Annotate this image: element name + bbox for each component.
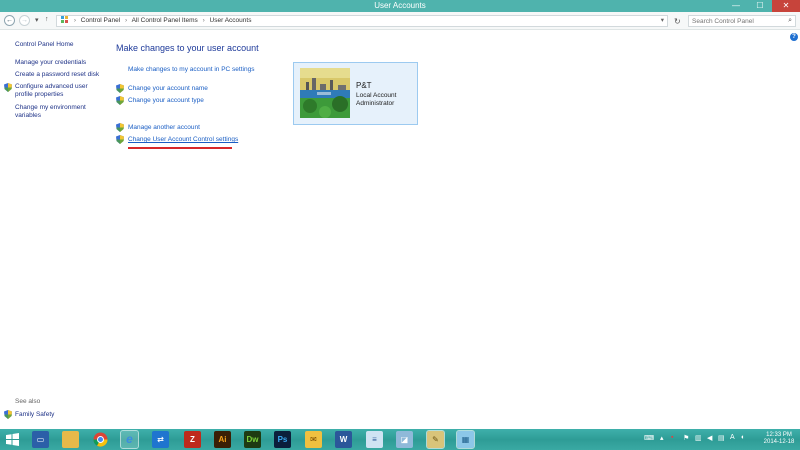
- manage-another-account-link[interactable]: Manage another account: [128, 124, 200, 132]
- see-also-heading: See also: [15, 398, 41, 405]
- tray-arrow-icon[interactable]: ▴: [660, 434, 664, 442]
- start-icon[interactable]: [4, 431, 21, 448]
- breadcrumb-all-items[interactable]: All Control Panel Items: [132, 17, 198, 24]
- change-environment-variables-link[interactable]: Change my environment variables: [15, 104, 86, 120]
- left-pane: Control Panel Home Manage your credentia…: [0, 31, 110, 429]
- control-panel-home-link[interactable]: Control Panel Home: [15, 41, 74, 49]
- configure-advanced-profile-link[interactable]: Configure advanced user profile properti…: [15, 83, 88, 99]
- create-password-reset-disk-link[interactable]: Create a password reset disk: [15, 71, 99, 79]
- title-bar: User Accounts — ☐ ✕: [0, 0, 800, 12]
- account-name: P&T: [356, 81, 372, 90]
- shield-icon: [116, 96, 124, 105]
- forward-button[interactable]: →: [19, 15, 30, 26]
- page-title: Make changes to your user account: [116, 43, 259, 53]
- input-language-icon[interactable]: A: [730, 434, 735, 441]
- window-title: User Accounts: [374, 1, 426, 10]
- breadcrumb-control-panel[interactable]: Control Panel: [81, 17, 120, 24]
- control-panel-icon[interactable]: ▦: [456, 430, 475, 449]
- this-pc-icon[interactable]: ▭: [32, 431, 49, 448]
- file-explorer-icon[interactable]: [62, 431, 79, 448]
- manage-credentials-link[interactable]: Manage your credentials: [15, 59, 86, 67]
- app-icon[interactable]: ◪: [396, 431, 413, 448]
- navigation-bar: ← → ▾ ↑ › Control Panel › All Control Pa…: [0, 12, 800, 30]
- clock-date: 2014-12-18: [763, 439, 795, 445]
- account-type: Local Account: [356, 92, 397, 99]
- maximize-button[interactable]: ☐: [748, 0, 772, 12]
- filezilla-icon[interactable]: Z: [184, 431, 201, 448]
- dreamweaver-icon[interactable]: Dw: [244, 431, 261, 448]
- back-button[interactable]: ←: [4, 15, 15, 26]
- search-box[interactable]: ⌕: [688, 15, 796, 27]
- change-account-type-link[interactable]: Change your account type: [128, 97, 204, 105]
- chrome-icon[interactable]: [92, 431, 109, 448]
- tray-app-icon[interactable]: ▤: [718, 434, 725, 442]
- family-safety-icon: [4, 410, 12, 419]
- change-account-name-link[interactable]: Change your account name: [128, 85, 208, 93]
- keyboard-icon[interactable]: ⌨: [644, 434, 654, 442]
- word-icon[interactable]: W: [335, 431, 352, 448]
- address-dropdown-icon[interactable]: ▾: [661, 16, 664, 26]
- account-card: P&T Local Account Administrator: [293, 62, 418, 125]
- highlight-underline: [128, 147, 232, 149]
- tools-icon[interactable]: ✎: [426, 430, 445, 449]
- search-icon[interactable]: ⌕: [788, 17, 792, 25]
- close-button[interactable]: ✕: [772, 0, 800, 12]
- security-icon[interactable]: ▪: [671, 434, 673, 441]
- shield-icon: [116, 135, 124, 144]
- shield-icon: [4, 83, 12, 92]
- breadcrumb-user-accounts[interactable]: User Accounts: [210, 17, 252, 24]
- volume-icon[interactable]: ◀: [707, 434, 712, 442]
- recent-locations-chevron-icon[interactable]: ▾: [35, 16, 39, 24]
- tray-misc-icon[interactable]: ◐: [741, 434, 745, 441]
- internet-explorer-icon[interactable]: e: [120, 430, 139, 449]
- flag-icon[interactable]: ⚑: [683, 434, 689, 442]
- pc-settings-link[interactable]: Make changes to my account in PC setting…: [128, 66, 254, 74]
- address-bar[interactable]: › Control Panel › All Control Panel Item…: [56, 15, 668, 27]
- illustrator-icon[interactable]: Ai: [214, 431, 231, 448]
- notepad-icon[interactable]: ≡: [366, 431, 383, 448]
- network-icon[interactable]: ▥: [695, 434, 702, 442]
- up-arrow-icon[interactable]: ↑: [45, 16, 49, 23]
- search-input[interactable]: [689, 16, 781, 26]
- photoshop-icon[interactable]: Ps: [274, 431, 291, 448]
- control-panel-icon: [61, 16, 71, 24]
- account-avatar[interactable]: [300, 68, 350, 118]
- teamviewer-icon[interactable]: ⇄: [152, 431, 169, 448]
- family-safety-link[interactable]: Family Safety: [15, 411, 54, 418]
- taskbar-clock[interactable]: 12:33 PM 2014-12-18: [760, 432, 798, 446]
- clock-time: 12:33 PM: [766, 432, 792, 438]
- shield-icon: [116, 84, 124, 93]
- shield-icon: [116, 123, 124, 132]
- minimize-button[interactable]: —: [724, 0, 748, 12]
- taskbar: ▭ e ⇄ Z Ai Dw Ps ✉ W ≡ ◪ ✎ ▦ ⌨ ▴ ▪ ⚑ ▥ ◀…: [0, 429, 800, 450]
- uac-settings-link[interactable]: Change User Account Control settings: [128, 136, 238, 144]
- refresh-icon[interactable]: ↻: [674, 17, 681, 26]
- account-role: Administrator: [356, 100, 395, 107]
- help-icon[interactable]: ?: [790, 33, 798, 41]
- mail-icon[interactable]: ✉: [305, 431, 322, 448]
